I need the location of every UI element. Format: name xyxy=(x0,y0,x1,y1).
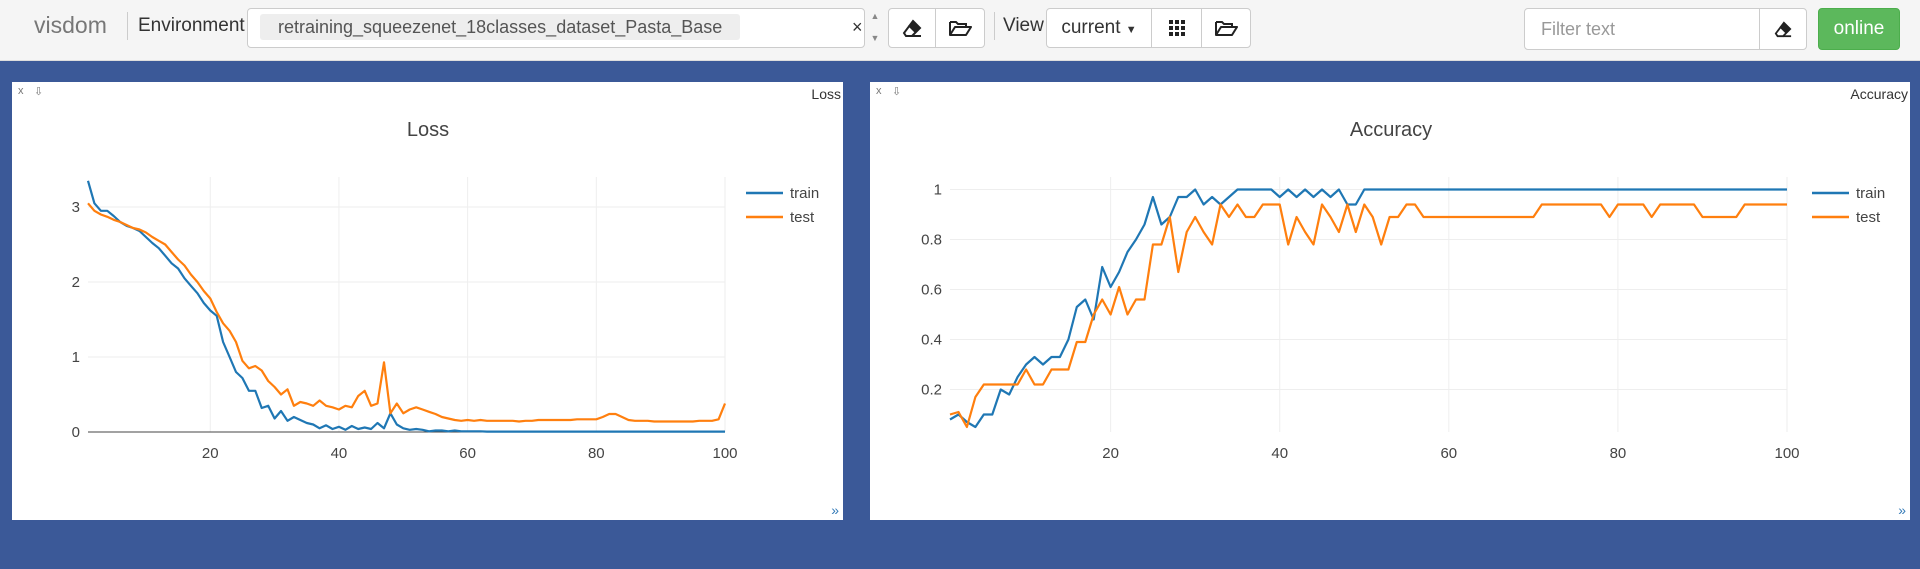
y-tick-label: 0.8 xyxy=(921,232,942,249)
divider xyxy=(127,12,128,40)
visdom-logo[interactable]: visdom xyxy=(34,12,107,39)
resize-handle-icon[interactable]: » xyxy=(831,502,839,518)
eraser-icon xyxy=(1774,21,1792,38)
series-line-test xyxy=(87,202,727,423)
loss-pane: x ⇩ Loss Loss 20 40 60 80 100 0 1 2 3 train test » xyxy=(12,82,843,520)
y-tick-label: 0.6 xyxy=(921,282,942,299)
divider xyxy=(994,12,995,40)
environment-tag[interactable]: retraining_squeezenet_18classes_dataset_… xyxy=(260,14,741,40)
y-tick-label: 3 xyxy=(72,199,80,216)
accuracy-chart[interactable]: Accuracy 20 40 60 80 100 0.2 0.4 0.6 0.8 1 train tes… xyxy=(870,82,1910,520)
repack-layout-button[interactable] xyxy=(1151,8,1202,48)
spinner-down-icon[interactable]: ▼ xyxy=(867,33,883,43)
y-tick-label: 2 xyxy=(72,274,80,291)
legend-label-train: train xyxy=(790,185,819,202)
view-value: current xyxy=(1061,17,1121,38)
grid-icon xyxy=(1168,20,1185,36)
x-tick-label: 20 xyxy=(1102,445,1119,462)
y-tick-label: 1 xyxy=(72,349,80,366)
series-line-train xyxy=(949,188,1787,429)
x-tick-label: 40 xyxy=(331,445,348,462)
y-tick-label: 0.4 xyxy=(921,332,942,349)
clear-filter-button[interactable] xyxy=(1759,8,1807,50)
environment-clear-icon[interactable]: × xyxy=(852,17,863,38)
x-tick-label: 100 xyxy=(712,445,737,462)
chart-title: Loss xyxy=(407,119,449,141)
legend-label-test: test xyxy=(790,209,815,226)
top-navbar: visdom Environment retraining_squeezenet… xyxy=(0,0,1920,61)
legend-label-test: test xyxy=(1856,209,1881,226)
clear-environment-button[interactable] xyxy=(888,8,936,48)
accuracy-pane: x ⇩ Accuracy Accuracy 20 40 60 80 100 0.2 0.4 0.… xyxy=(870,82,1910,520)
y-tick-label: 0.2 xyxy=(921,382,942,399)
x-tick-label: 60 xyxy=(1440,445,1457,462)
eraser-icon xyxy=(902,19,922,37)
legend-label-train: train xyxy=(1856,185,1885,202)
loss-chart[interactable]: Loss 20 40 60 80 100 0 1 2 3 train test xyxy=(12,82,843,520)
online-status-button[interactable]: online xyxy=(1818,8,1900,50)
series-line-train xyxy=(86,180,725,433)
filter-input[interactable] xyxy=(1524,8,1760,50)
environment-select[interactable]: retraining_squeezenet_18classes_dataset_… xyxy=(247,8,865,48)
x-tick-label: 20 xyxy=(202,445,219,462)
spinner-up-icon[interactable]: ▲ xyxy=(867,11,883,21)
manage-views-button[interactable] xyxy=(1201,8,1251,48)
environment-label: Environment xyxy=(138,15,245,36)
x-tick-label: 80 xyxy=(1610,445,1627,462)
manage-environments-button[interactable] xyxy=(935,8,985,48)
y-tick-label: 0 xyxy=(72,424,80,441)
resize-handle-icon[interactable]: » xyxy=(1898,502,1906,518)
chart-title: Accuracy xyxy=(1350,119,1432,141)
x-tick-label: 40 xyxy=(1271,445,1288,462)
caret-down-icon: ▼ xyxy=(1125,24,1137,36)
view-dropdown[interactable]: current ▼ xyxy=(1046,8,1152,48)
folder-open-icon xyxy=(1215,21,1238,36)
x-tick-label: 100 xyxy=(1774,445,1799,462)
y-tick-label: 1 xyxy=(934,182,942,199)
view-label: View xyxy=(1003,15,1044,36)
x-tick-label: 80 xyxy=(588,445,605,462)
x-tick-label: 60 xyxy=(459,445,476,462)
folder-open-icon xyxy=(949,21,972,36)
